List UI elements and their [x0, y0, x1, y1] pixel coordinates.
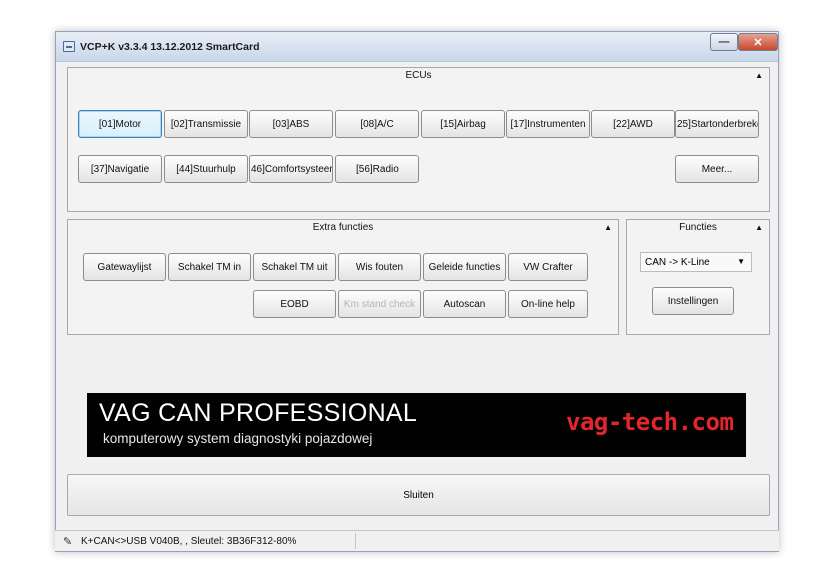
autoscan-button[interactable]: Autoscan [423, 290, 506, 318]
schakel-tm-uit-button[interactable]: Schakel TM uit [253, 253, 336, 281]
geleide-functies-button[interactable]: Geleide functies [423, 253, 506, 281]
chevron-down-icon: ▼ [737, 257, 745, 266]
ecu-button-stuurhulp[interactable]: [44]Stuurhulp [164, 155, 248, 183]
functies-header: Functies [679, 222, 717, 233]
gatewaylijst-button[interactable]: Gatewaylijst [83, 253, 166, 281]
ecu-button-awd[interactable]: [22]AWD [591, 110, 675, 138]
km-stand-check-button: Km stand check [338, 290, 421, 318]
minimize-icon: — [718, 36, 730, 48]
collapse-arrow-icon[interactable]: ▲ [755, 71, 763, 80]
minimize-button[interactable]: — [710, 33, 738, 51]
banner-site: vag-tech.com [566, 408, 734, 436]
vw-crafter-button[interactable]: VW Crafter [508, 253, 588, 281]
wis-fouten-button[interactable]: Wis fouten [338, 253, 421, 281]
collapse-arrow-icon[interactable]: ▲ [604, 223, 612, 232]
banner-subtitle: komputerowy system diagnostyki pojazdowe… [103, 431, 373, 446]
ecu-button-ac[interactable]: [08]A/C [335, 110, 419, 138]
ecu-button-startonderbreker[interactable]: 25]Startonderbreke [675, 110, 759, 138]
instellingen-button[interactable]: Instellingen [652, 287, 734, 315]
eobd-button[interactable]: EOBD [253, 290, 336, 318]
ecu-button-navigatie[interactable]: [37]Navigatie [78, 155, 162, 183]
banner-title: VAG CAN PROFESSIONAL [99, 399, 418, 427]
sluiten-label: Sluiten [403, 489, 434, 501]
window-title: VCP+K v3.3.4 13.12.2012 SmartCard [80, 41, 260, 53]
functies-panel: Functies ▲ [626, 219, 770, 335]
online-help-button[interactable]: On-line help [508, 290, 588, 318]
ecu-button-abs[interactable]: [03]ABS [249, 110, 333, 138]
ecus-panel: ECUs ▲ [67, 67, 770, 212]
title-bar[interactable]: VCP+K v3.3.4 13.12.2012 SmartCard — ✕ [56, 32, 778, 62]
ecu-button-motor[interactable]: [01]Motor [78, 110, 162, 138]
ecu-button-comfortsysteem[interactable]: 46]Comfortsysteer [249, 155, 333, 183]
schakel-tm-in-button[interactable]: Schakel TM in [168, 253, 251, 281]
ecu-button-airbag[interactable]: [15]Airbag [421, 110, 505, 138]
vag-banner: VAG CAN PROFESSIONAL komputerowy system … [87, 393, 746, 457]
ecu-button-instrumenten[interactable]: [17]Instrumenten [506, 110, 590, 138]
extra-functies-header: Extra functies [312, 222, 374, 233]
ecu-button-transmissie[interactable]: [02]Transmissie [164, 110, 248, 138]
protocol-select[interactable]: CAN -> K-Line ▼ [640, 252, 752, 272]
app-icon [63, 41, 75, 52]
ecu-more-button[interactable]: Meer... [675, 155, 759, 183]
protocol-select-value: CAN -> K-Line [645, 256, 710, 268]
close-window-button[interactable]: ✕ [738, 33, 778, 51]
close-icon: ✕ [753, 36, 763, 49]
collapse-arrow-icon[interactable]: ▲ [755, 223, 763, 232]
ecu-button-radio[interactable]: [56]Radio [335, 155, 419, 183]
ecus-panel-header: ECUs [405, 70, 432, 81]
sluiten-button[interactable]: Sluiten [67, 474, 770, 516]
